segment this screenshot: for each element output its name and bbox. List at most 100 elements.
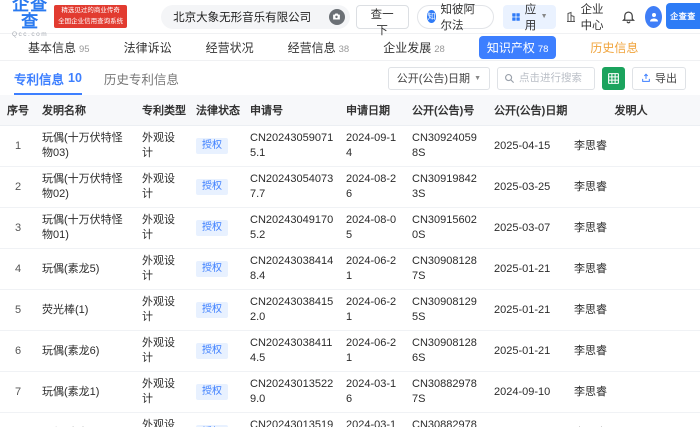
- tab-label: 知识产权: [487, 39, 535, 56]
- export-label: 导出: [655, 70, 677, 86]
- cell-inventor: 李思睿: [562, 249, 700, 290]
- logo-subtext: Qcc.com: [12, 31, 48, 38]
- cell-app-date: 2024-06-21: [340, 249, 406, 290]
- column-header: 专利类型: [136, 95, 190, 126]
- building-icon: [565, 11, 577, 23]
- sub-tab-label: 历史专利信息: [104, 69, 179, 88]
- status-badge: 授权: [196, 220, 228, 236]
- apps-menu-button[interactable]: 应用 ▼: [503, 5, 556, 29]
- cell-type: 外观设计: [136, 208, 190, 249]
- column-header: 发明人: [562, 95, 700, 126]
- cell-inventor: 李思睿: [562, 372, 700, 413]
- logo-text: 企查查: [12, 0, 48, 30]
- column-header: 公开(公告)号: [406, 95, 488, 126]
- qcc-extension-badge[interactable]: 企查查: [666, 3, 700, 29]
- table-row: 6玩偶(素龙6)外观设计授权CN202430384114.52024-06-21…: [0, 331, 700, 372]
- cell-status: 授权: [190, 126, 244, 167]
- search-input[interactable]: [173, 11, 329, 23]
- cell-inventor: 李思睿: [562, 331, 700, 372]
- cell-app-date: 2024-03-16: [340, 413, 406, 427]
- status-badge: 授权: [196, 179, 228, 195]
- tab-count: 28: [434, 44, 445, 55]
- sub-tab[interactable]: 历史专利信息: [104, 61, 179, 95]
- cell-no: 7: [0, 372, 36, 413]
- table-search-box[interactable]: [497, 67, 595, 90]
- main-tabs: 基本信息95 法律诉讼 经营状况 经营信息38 企业发展28 知识产权78 历史信息: [0, 34, 700, 61]
- main-tab[interactable]: 经营信息38: [288, 39, 350, 56]
- table-row: 8玩偶(素龙3)外观设计授权CN202430135199.32024-03-16…: [0, 413, 700, 427]
- camera-search-icon[interactable]: [329, 9, 345, 25]
- cell-name: 玩偶(素龙3): [36, 413, 136, 427]
- brand-logo[interactable]: 企查查 Qcc.com 精选见过的商业传奇 全国企业信用查询系统: [12, 0, 127, 38]
- search-input-wrap[interactable]: [161, 5, 350, 29]
- main-tab[interactable]: 基本信息95: [28, 39, 90, 56]
- main-tab[interactable]: 企业发展28: [383, 39, 445, 56]
- cell-inventor: 李思睿: [562, 167, 700, 208]
- cell-type: 外观设计: [136, 249, 190, 290]
- cell-type: 外观设计: [136, 331, 190, 372]
- table-row: 3玩偶(十万伏特怪物01)外观设计授权CN202430491705.22024-…: [0, 208, 700, 249]
- table-search-input[interactable]: [519, 72, 588, 84]
- excel-export-button[interactable]: [602, 67, 625, 90]
- table-row: 7玩偶(素龙1)外观设计授权CN202430135229.02024-03-16…: [0, 372, 700, 413]
- main-tab[interactable]: 法律诉讼: [124, 39, 172, 56]
- cell-app-no: CN202430384148.4: [244, 249, 340, 290]
- table-header-row: 序号发明名称专利类型法律状态申请号申请日期公开(公告)号公开(公告)日期发明人: [0, 95, 700, 126]
- column-header: 申请日期: [340, 95, 406, 126]
- status-badge: 授权: [196, 343, 228, 359]
- cell-pub-date: 2025-01-21: [488, 249, 562, 290]
- top-actions: 知 知彼阿尔法 应用 ▼ 企业中心: [417, 1, 662, 33]
- main-tab[interactable]: 经营状况: [206, 39, 254, 56]
- cell-app-no: CN202430540737.7: [244, 167, 340, 208]
- table-row: 4玩偶(素龙5)外观设计授权CN202430384148.42024-06-21…: [0, 249, 700, 290]
- cell-name: 荧光棒(1): [36, 290, 136, 331]
- cell-status: 授权: [190, 208, 244, 249]
- list-toolbar: 公开(公告)日期 ▼ 导出: [388, 67, 686, 90]
- tab-count: 95: [79, 44, 90, 55]
- cell-pub-date: 2024-09-10: [488, 413, 562, 427]
- tab-label: 历史信息: [590, 39, 638, 56]
- tab-label: 法律诉讼: [124, 39, 172, 56]
- cell-no: 2: [0, 167, 36, 208]
- cell-type: 外观设计: [136, 167, 190, 208]
- cell-status: 授权: [190, 372, 244, 413]
- search-button[interactable]: 查一下: [356, 5, 409, 29]
- cell-app-date: 2024-08-26: [340, 167, 406, 208]
- user-avatar[interactable]: [645, 6, 662, 28]
- tab-count: 38: [339, 44, 350, 55]
- cell-name: 玩偶(十万伏特怪物03): [36, 126, 136, 167]
- enterprise-center-label: 企业中心: [581, 1, 613, 33]
- cell-pub-no: CN309081286S: [406, 331, 488, 372]
- enterprise-center-button[interactable]: 企业中心: [565, 1, 613, 33]
- cell-name: 玩偶(素龙6): [36, 331, 136, 372]
- tab-count: 78: [538, 44, 549, 55]
- export-button[interactable]: 导出: [632, 67, 686, 90]
- column-header: 公开(公告)日期: [488, 95, 562, 126]
- cell-app-no: CN202430384114.5: [244, 331, 340, 372]
- zhibi-alpha-icon: 知: [427, 10, 437, 23]
- notification-bell-icon[interactable]: [621, 9, 636, 24]
- status-badge: 授权: [196, 261, 228, 277]
- chevron-down-icon: ▼: [474, 75, 481, 82]
- cell-type: 外观设计: [136, 372, 190, 413]
- main-tab[interactable]: 历史信息: [590, 39, 638, 56]
- table-row: 1玩偶(十万伏特怪物03)外观设计授权CN202430590715.12024-…: [0, 126, 700, 167]
- chevron-down-icon: ▼: [541, 13, 548, 20]
- sub-tab[interactable]: 专利信息10: [14, 61, 82, 95]
- zhibi-alpha-button[interactable]: 知 知彼阿尔法: [417, 5, 494, 29]
- date-filter-label: 公开(公告)日期: [397, 70, 470, 86]
- column-header: 序号: [0, 95, 36, 126]
- cell-pub-date: 2024-09-10: [488, 372, 562, 413]
- cell-pub-no: CN309198423S: [406, 167, 488, 208]
- date-filter-dropdown[interactable]: 公开(公告)日期 ▼: [388, 67, 490, 90]
- cell-type: 外观设计: [136, 290, 190, 331]
- status-badge: 授权: [196, 384, 228, 400]
- cell-status: 授权: [190, 167, 244, 208]
- main-tab[interactable]: 知识产权78: [479, 36, 557, 59]
- cell-name: 玩偶(素龙1): [36, 372, 136, 413]
- cell-inventor: 李思睿: [562, 126, 700, 167]
- slogan-line2: 全国企业信用查询系统: [58, 17, 123, 28]
- cell-no: 4: [0, 249, 36, 290]
- cell-pub-date: 2025-04-15: [488, 126, 562, 167]
- cell-app-date: 2024-06-21: [340, 331, 406, 372]
